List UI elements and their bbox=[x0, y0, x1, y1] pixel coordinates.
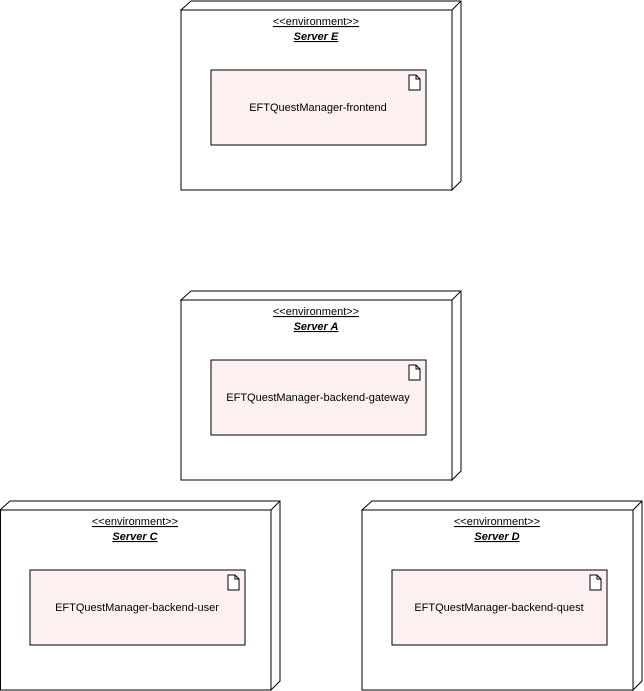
document-icon bbox=[408, 74, 421, 91]
node-stereotype: <<environment>> bbox=[273, 306, 359, 318]
document-icon bbox=[227, 574, 240, 591]
artifact-name: EFTQuestManager-backend-user bbox=[55, 602, 219, 614]
artifact-name: EFTQuestManager-backend-quest bbox=[414, 602, 583, 614]
node-stereotype: <<environment>> bbox=[273, 16, 359, 28]
node-server-d[interactable]: <<environment>> Server D EFTQuestManager… bbox=[360, 500, 643, 691]
artifact-name: EFTQuestManager-backend-gateway bbox=[226, 392, 410, 404]
artifact-name: EFTQuestManager-frontend bbox=[249, 102, 387, 114]
artifact-eftquestmanager-frontend[interactable]: EFTQuestManager-frontend bbox=[210, 69, 427, 146]
artifact-eftquestmanager-backend-quest[interactable]: EFTQuestManager-backend-quest bbox=[391, 569, 608, 646]
node-name: Server D bbox=[474, 531, 519, 543]
document-icon bbox=[589, 574, 602, 591]
node-stereotype: <<environment>> bbox=[454, 516, 540, 528]
node-stereotype: <<environment>> bbox=[92, 516, 178, 528]
artifact-eftquestmanager-backend-user[interactable]: EFTQuestManager-backend-user bbox=[29, 569, 246, 646]
node-name: Server A bbox=[294, 321, 339, 333]
node-name: Server E bbox=[294, 31, 339, 43]
deployment-diagram: <<environment>> Server E EFTQuestManager… bbox=[0, 0, 643, 691]
node-name: Server C bbox=[112, 531, 158, 543]
node-server-e[interactable]: <<environment>> Server E EFTQuestManager… bbox=[179, 0, 462, 192]
artifact-eftquestmanager-backend-gateway[interactable]: EFTQuestManager-backend-gateway bbox=[210, 359, 427, 436]
node-server-a[interactable]: <<environment>> Server A EFTQuestManager… bbox=[179, 290, 462, 482]
document-icon bbox=[408, 364, 421, 381]
node-server-c[interactable]: <<environment>> Server C EFTQuestManager… bbox=[0, 500, 281, 691]
